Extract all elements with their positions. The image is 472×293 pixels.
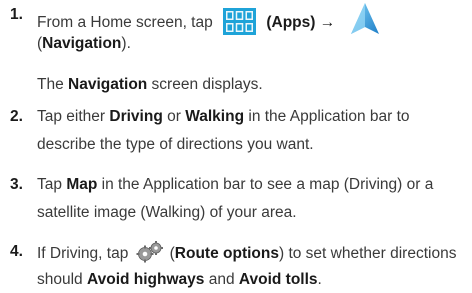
apps-label: (Apps) [266, 14, 316, 32]
step-1-line-2: (Navigation). [37, 35, 131, 53]
step-1-text: From a Home screen, tap [37, 14, 213, 32]
step-3-number: 3. [10, 176, 23, 193]
map-label: Map [66, 176, 98, 193]
step-1-note-text-a: The [37, 76, 69, 93]
walking-label: Walking [185, 108, 245, 125]
step-1-note-text-b: screen displays. [147, 76, 263, 93]
step-4-number: 4. [10, 243, 23, 260]
step-2-line-1: Tap either Driving or Walking in the App… [37, 108, 410, 126]
navigation-label: Navigation [42, 35, 122, 52]
step-3-line-1: Tap Map in the Application bar to see a … [37, 176, 433, 194]
step-4-text-a: If Driving, tap [37, 245, 129, 263]
avoid-highways-label: Avoid highways [86, 271, 205, 288]
step-4-line-1: If Driving, tap (Route options) to set w… [37, 241, 457, 265]
step-4-text-b: ) to set whether directions [278, 245, 457, 263]
gear-icon [136, 241, 164, 263]
avoid-tolls-label: Avoid tolls [238, 271, 318, 288]
step-3-text-a: Tap [37, 176, 67, 193]
step-4-text-c: should [37, 271, 87, 288]
route-options-label: Route options [174, 245, 279, 263]
step-3-text-b: in the Application bar to see a map (Dri… [97, 176, 434, 193]
step-1-line-3: The Navigation screen displays. [37, 76, 263, 94]
step-2-number: 2. [10, 108, 23, 125]
apps-grid-icon [223, 7, 257, 35]
step-2-line-2: describe the type of directions you want… [37, 136, 314, 154]
step-3-text-c: satellite image (Walking) of your area. [37, 204, 297, 221]
paren-close: ). [121, 35, 131, 52]
instructions-document: 1. From a Home screen, tap (Apps) → (Nav… [0, 0, 472, 293]
step-1-number: 1. [10, 6, 23, 23]
arrow-symbol: → [319, 14, 336, 32]
driving-label: Driving [109, 108, 163, 125]
step-2-text-d: describe the type of directions you want… [37, 136, 314, 153]
step-3-line-2: satellite image (Walking) of your area. [37, 204, 297, 222]
navigation-arrow-icon [348, 2, 382, 36]
navigation-bold: Navigation [68, 76, 148, 93]
step-4-line-2: should Avoid highways and Avoid tolls. [37, 271, 322, 289]
step-2-text-c: in the Application bar to [244, 108, 410, 125]
step-2-text-b: or [162, 108, 186, 125]
step-4-text-e: . [317, 271, 322, 288]
step-4-text-d: and [204, 271, 239, 288]
step-2-text-a: Tap either [37, 108, 110, 125]
